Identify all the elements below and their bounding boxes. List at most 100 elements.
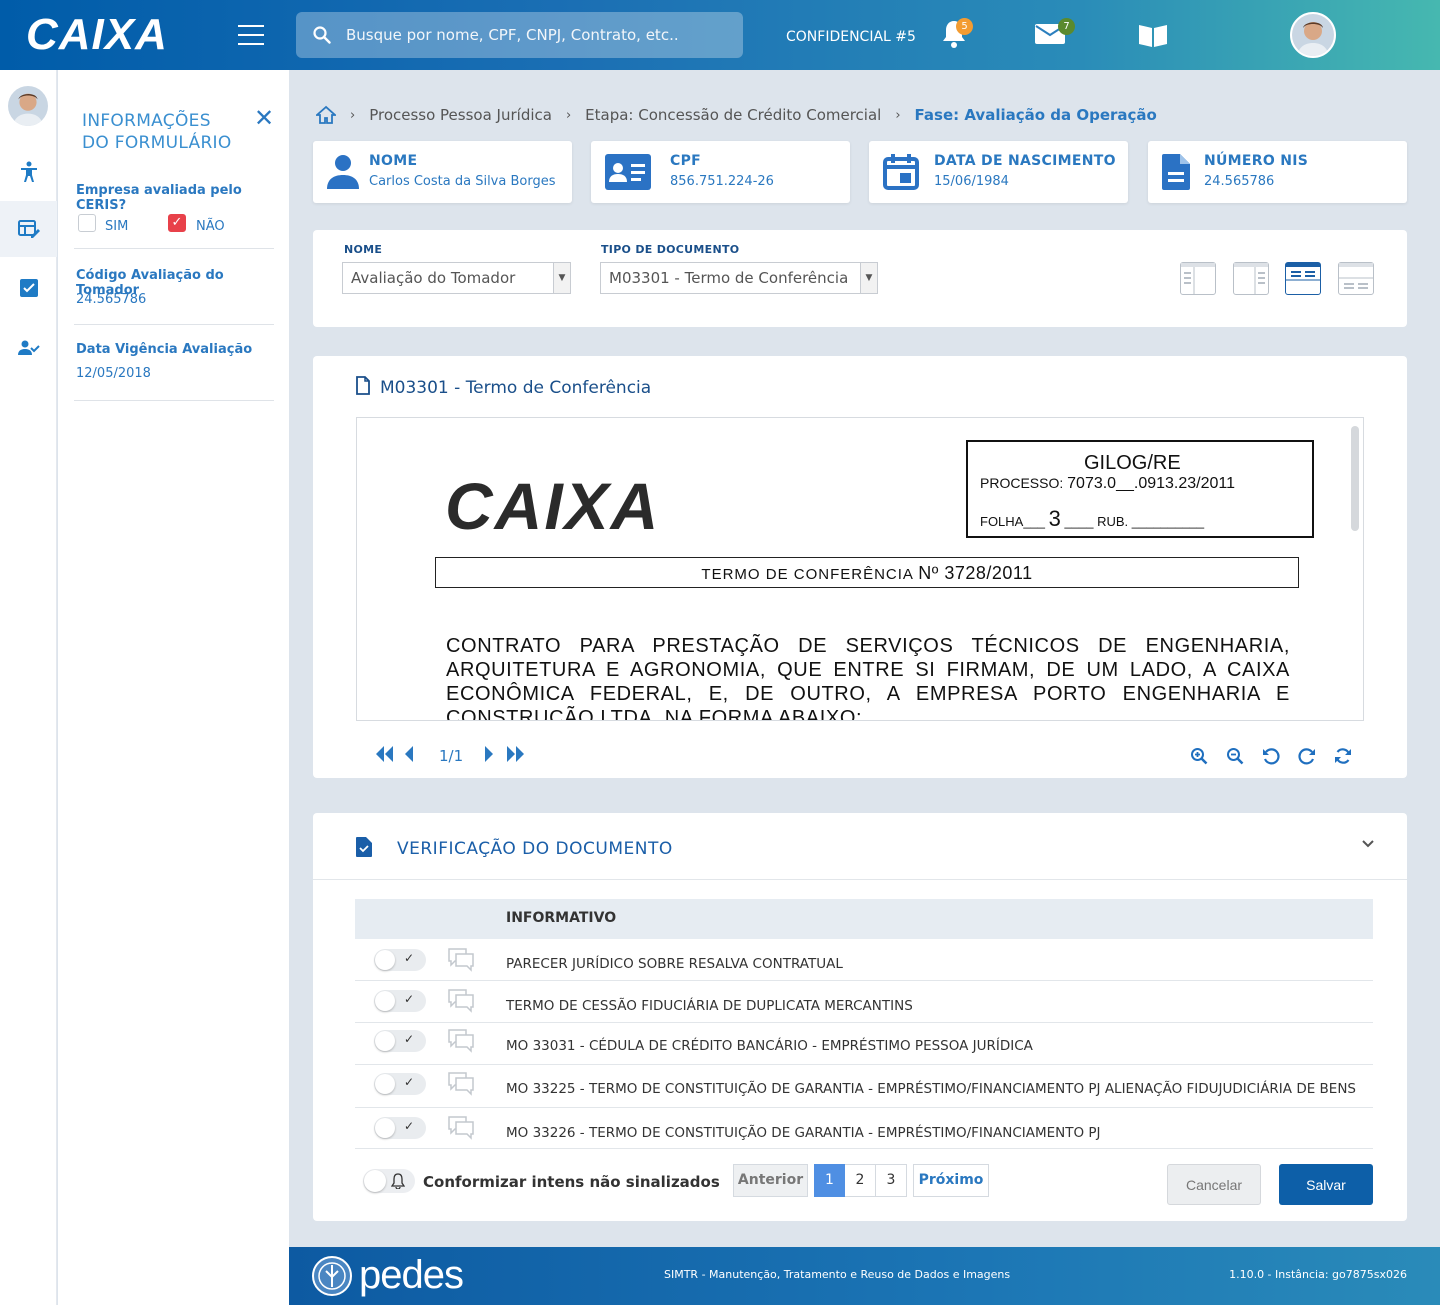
- divider: [74, 248, 274, 249]
- divider: [313, 879, 1407, 880]
- stamp-process: PROCESSO: 7073.0__.0913.23/2011: [980, 475, 1235, 493]
- top-header: CAIXA CONFIDENCIAL #5 5 7: [0, 0, 1440, 70]
- close-panel-button[interactable]: ✕: [254, 106, 274, 130]
- comment-icon: [448, 1116, 474, 1140]
- zoom-in-icon: [1191, 748, 1208, 765]
- validity-date-label: Data Vigência Avaliação: [76, 342, 253, 357]
- option-nao-checkbox[interactable]: ✓: [168, 214, 186, 232]
- option-sim-checkbox[interactable]: [78, 214, 96, 232]
- comment-icon: [448, 948, 474, 972]
- zoom-in-button[interactable]: [1190, 747, 1208, 769]
- hamburger-line: [238, 34, 264, 36]
- first-page-button[interactable]: [375, 746, 393, 766]
- checkbox-icon: [19, 279, 38, 297]
- footer-system-name: SIMTR - Manutenção, Tratamento e Reuso d…: [664, 1268, 1011, 1281]
- scrollbar-thumb[interactable]: [1351, 426, 1359, 531]
- cancel-button[interactable]: Cancelar: [1167, 1164, 1261, 1205]
- breadcrumb-process[interactable]: Processo Pessoa Jurídica: [369, 106, 552, 124]
- approve-toggle[interactable]: ✓: [374, 949, 426, 971]
- caret-left-icon: [405, 746, 413, 762]
- stamp-folha: FOLHA___ 3 ____ RUB. __________: [980, 506, 1204, 532]
- pagination-next[interactable]: Próximo: [913, 1164, 989, 1197]
- file-icon: [356, 376, 370, 395]
- code-value: 24.565786: [76, 292, 147, 307]
- row-text: MO 33225 - TERMO DE CONSTITUIÇÃO DE GARA…: [506, 1081, 1356, 1097]
- pedes-logo: pedes: [359, 1253, 464, 1297]
- home-icon[interactable]: [316, 105, 336, 125]
- form-info-title-line2: DO FORMULÁRIO: [82, 133, 232, 153]
- rotate-right-button[interactable]: [1298, 747, 1316, 769]
- breadcrumb-phase: Fase: Avaliação da Operação: [914, 106, 1157, 124]
- row-text: MO 33031 - CÉDULA DE CRÉDITO BANCÁRIO - …: [506, 1038, 1033, 1054]
- zoom-out-button[interactable]: [1226, 747, 1244, 769]
- search-icon: [313, 26, 331, 44]
- card-title: DATA DE NASCIMENTO: [934, 153, 1116, 169]
- row-text: MO 33226 - TERMO DE CONSTITUIÇÃO DE GARA…: [506, 1125, 1101, 1141]
- chevron-down-icon[interactable]: [1361, 839, 1375, 849]
- refresh-button[interactable]: [1334, 747, 1352, 769]
- document-frame[interactable]: CAIXA GILOG/RE PROCESSO: 7073.0__.0913.2…: [356, 417, 1364, 721]
- pagination-page-1[interactable]: 1: [814, 1164, 845, 1197]
- next-page-button[interactable]: [484, 746, 494, 766]
- option-nao-label: NÃO: [196, 219, 225, 234]
- save-button[interactable]: Salvar: [1279, 1164, 1373, 1205]
- layout-button-2[interactable]: [1233, 262, 1269, 295]
- name-select-label: NOME: [344, 243, 383, 256]
- calendar-icon: [883, 154, 919, 190]
- rail-accessibility[interactable]: [0, 144, 57, 200]
- rail-form[interactable]: [0, 201, 57, 257]
- check-icon: ✓: [404, 1032, 415, 1046]
- pagination-page-3[interactable]: 3: [876, 1164, 907, 1197]
- doc-type-select[interactable]: M03301 - Termo de Conferência ▼: [600, 262, 878, 294]
- last-page-button[interactable]: [507, 746, 525, 766]
- layout-button-1[interactable]: [1180, 262, 1216, 295]
- form-info-title: INFORMAÇÕES DO FORMULÁRIO: [82, 110, 232, 154]
- breadcrumb-stage[interactable]: Etapa: Concessão de Crédito Comercial: [585, 106, 881, 124]
- pagination-page-2[interactable]: 2: [845, 1164, 876, 1197]
- card-value: 24.565786: [1204, 174, 1275, 189]
- menu-toggle-button[interactable]: [238, 25, 264, 45]
- chevron-down-icon: ▼: [553, 263, 570, 293]
- approve-toggle[interactable]: ✓: [374, 1117, 426, 1139]
- divider: [74, 324, 274, 325]
- search-input[interactable]: [346, 12, 726, 58]
- rail-checklist[interactable]: [0, 260, 57, 316]
- layout-button-4[interactable]: [1338, 262, 1374, 295]
- name-select[interactable]: Avaliação do Tomador ▼: [342, 262, 571, 294]
- approve-toggle[interactable]: ✓: [374, 990, 426, 1012]
- rotate-left-button[interactable]: [1262, 747, 1280, 769]
- notifications-button[interactable]: 5: [940, 18, 973, 54]
- form-edit-icon: [17, 220, 40, 238]
- layout-button-3-active[interactable]: [1285, 262, 1321, 295]
- card-value: 856.751.224-26: [670, 174, 774, 189]
- check-icon: ✓: [404, 1119, 415, 1133]
- verification-panel: VERIFICAÇÃO DO DOCUMENTO INFORMATIVO ✓ P…: [313, 813, 1407, 1221]
- approve-toggle[interactable]: ✓: [374, 1030, 426, 1052]
- pagination-previous[interactable]: Anterior: [733, 1164, 808, 1197]
- rail-user-check[interactable]: [0, 320, 57, 376]
- validity-date-value: 12/05/2018: [76, 366, 151, 381]
- manual-button[interactable]: [1137, 22, 1169, 52]
- side-avatar[interactable]: [8, 86, 48, 126]
- accessibility-icon: [20, 161, 37, 182]
- messages-button[interactable]: 7: [1034, 18, 1075, 50]
- conform-toggle[interactable]: [363, 1169, 415, 1193]
- id-card-icon: [605, 154, 651, 190]
- caret-right-icon: [485, 746, 493, 762]
- layout-bottom-panel-icon: [1339, 263, 1373, 289]
- caixa-logo[interactable]: CAIXA: [26, 12, 196, 58]
- card-value: Carlos Costa da Silva Borges: [369, 174, 556, 189]
- form-info-panel: INFORMAÇÕES DO FORMULÁRIO ✕ Empresa aval…: [58, 70, 289, 1305]
- approve-toggle[interactable]: ✓: [374, 1073, 426, 1095]
- user-avatar[interactable]: [1290, 12, 1336, 58]
- card-title: NÚMERO NIS: [1204, 153, 1309, 169]
- conform-label: Conformizar intens não sinalizados: [423, 1173, 720, 1191]
- row-text: TERMO DE CESSÃO FIDUCIÁRIA DE DUPLICATA …: [506, 998, 913, 1014]
- previous-page-button[interactable]: [404, 746, 414, 766]
- pedes-emblem-icon: [312, 1256, 352, 1296]
- stamp-process-value: 7073.0__.0913.23/2011: [1067, 475, 1236, 492]
- term-heading: TERMO DE CONFERÊNCIA Nº 3728/2011: [435, 557, 1299, 588]
- card-nis: NÚMERO NIS 24.565786: [1148, 141, 1407, 203]
- document-check-icon: [356, 837, 372, 857]
- table-row: ✓ TERMO DE CESSÃO FIDUCIÁRIA DE DUPLICAT…: [355, 981, 1373, 1023]
